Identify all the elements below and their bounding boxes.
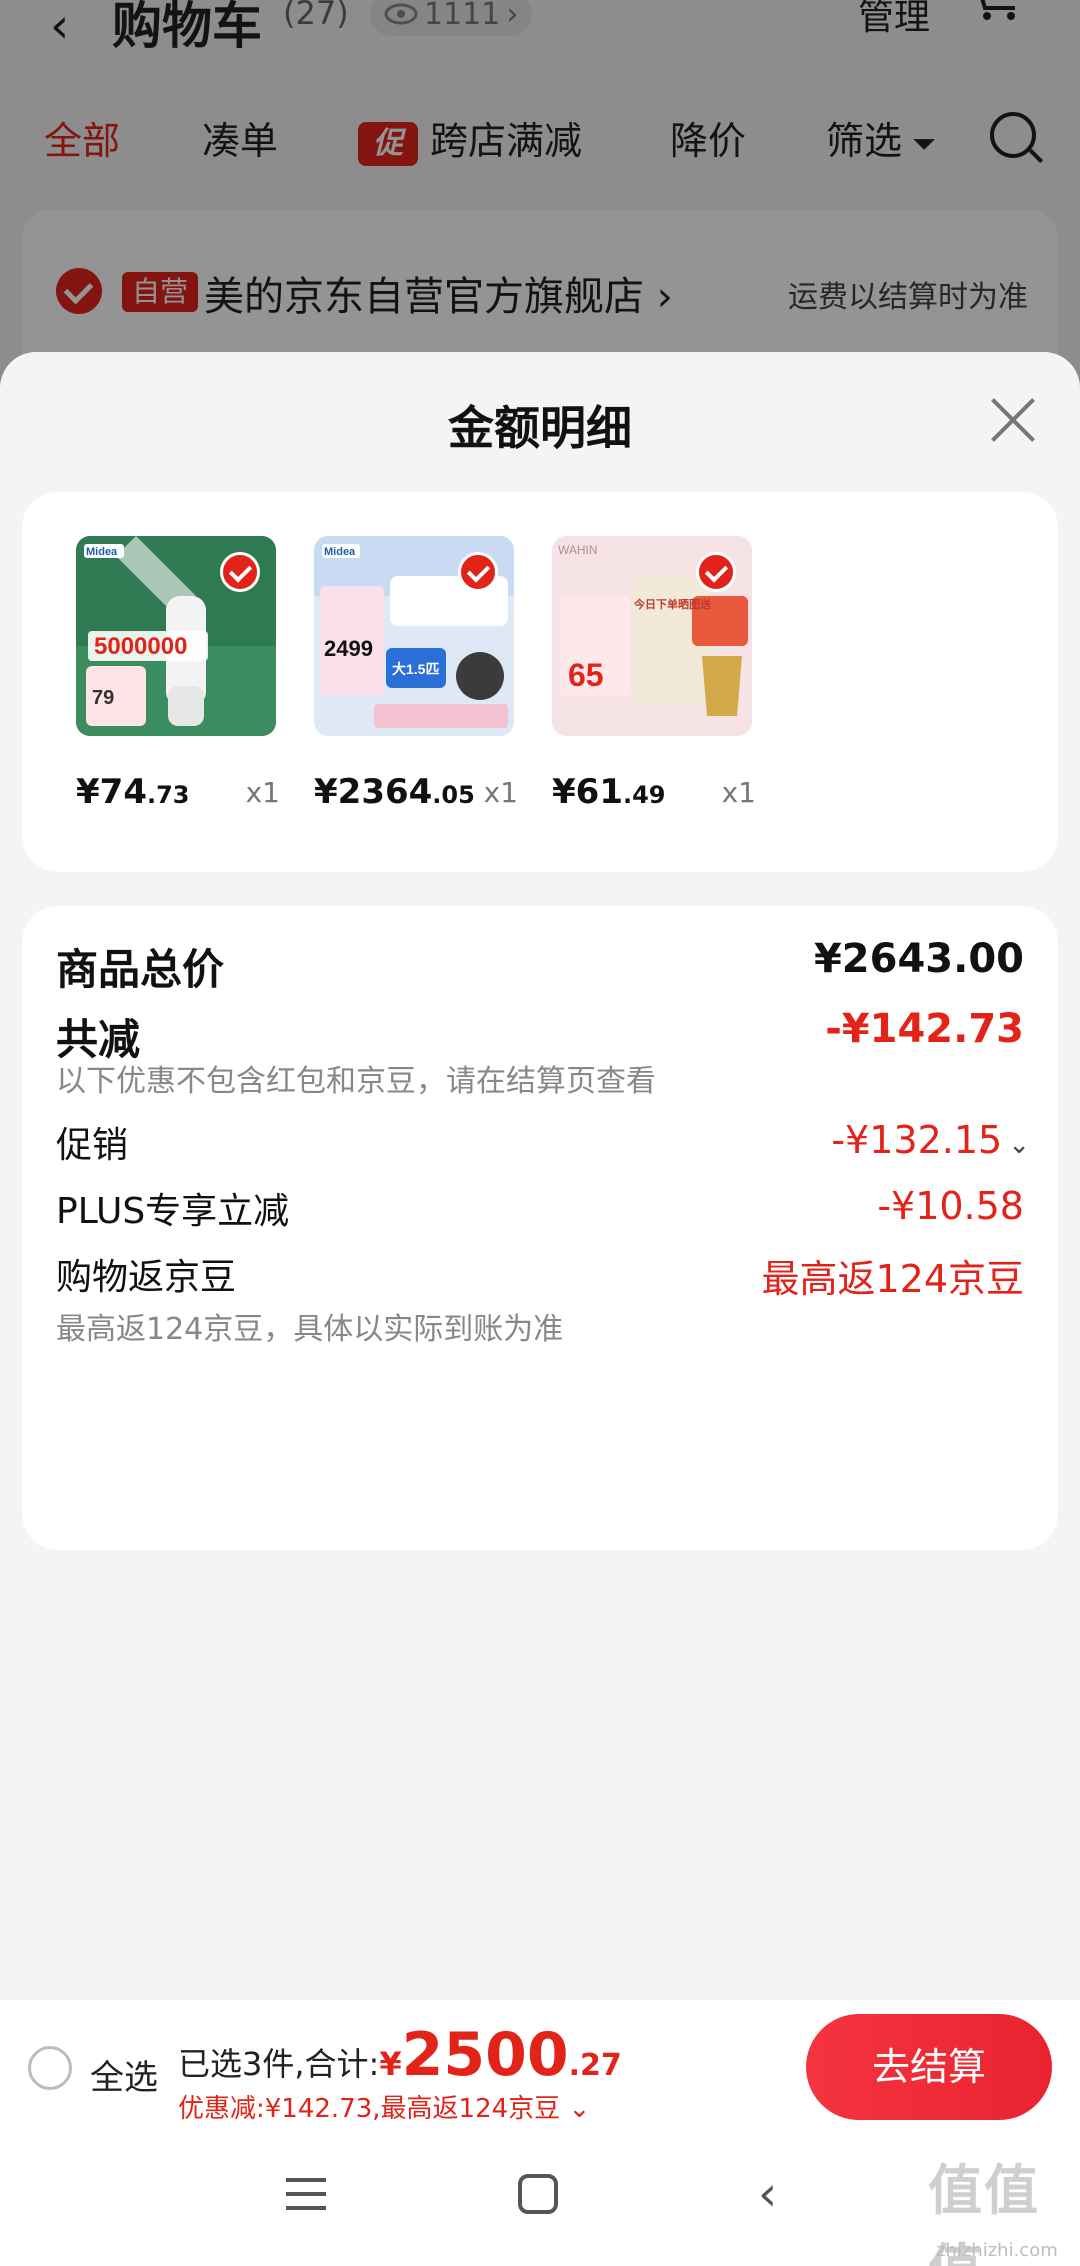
jd-beans-value: 最高返124京豆 <box>761 1257 1024 1301</box>
price-decimal: .05 <box>432 781 475 809</box>
plus-discount-value: -¥10.58 <box>877 1184 1024 1228</box>
brand-logo-text: WAHIN <box>558 543 598 557</box>
product-selected-check-icon[interactable] <box>458 552 498 592</box>
goods-total-value: ¥2643.00 <box>813 936 1024 982</box>
home-icon[interactable] <box>518 2174 558 2214</box>
product-image: WAHIN 65 今日下单晒图送 <box>552 536 752 736</box>
product-quantity: x1 <box>245 776 280 809</box>
promo-number-text: 5000000 <box>94 633 187 660</box>
currency-symbol: ¥ <box>379 2045 402 2083</box>
selected-count-text: 已选3件,合计: <box>178 2045 380 2083</box>
product-image: Midea 2499 大1.5匹 <box>314 536 514 736</box>
checkout-button[interactable]: 去结算 <box>806 2014 1052 2120</box>
product-item[interactable]: Midea 5000000 79 ¥74.73 x1 <box>76 536 280 816</box>
product-price: ¥74.73 <box>76 772 190 812</box>
product-item[interactable]: WAHIN 65 今日下单晒图送 ¥61.49 x1 <box>552 536 756 816</box>
total-integer: 2500 <box>401 2020 569 2090</box>
promo-label-text: 大1.5匹 <box>392 661 439 677</box>
select-all-radio[interactable] <box>28 2046 72 2090</box>
close-icon[interactable] <box>990 397 1036 443</box>
product-item[interactable]: Midea 2499 大1.5匹 ¥2364.05 x1 <box>314 536 518 816</box>
savings-summary-toggle[interactable]: 优惠减:¥142.73,最高返124京豆 ⌄ <box>178 2088 590 2125</box>
product-selected-check-icon[interactable] <box>696 552 736 592</box>
product-price: ¥2364.05 <box>314 772 475 812</box>
order-summary: 已选3件,合计:¥2500.27 <box>178 2020 622 2090</box>
discount-note: 以下优惠不包含红包和京豆，请在结算页查看 <box>56 1064 656 1099</box>
price-integer: ¥74 <box>76 772 147 812</box>
goods-total-label: 商品总价 <box>56 945 225 994</box>
sheet-title: 金额明细 <box>448 401 632 455</box>
promo-label-text: 今日下单晒图送 <box>633 597 712 611</box>
back-icon[interactable]: ‹ <box>758 2166 777 2222</box>
product-selected-check-icon[interactable] <box>220 552 260 592</box>
promotion-value: -¥132.15 <box>831 1118 1003 1162</box>
product-quantity: x1 <box>721 776 756 809</box>
total-discount-value: -¥142.73 <box>825 1006 1024 1052</box>
promo-price-text: 79 <box>92 687 114 709</box>
promo-price-text: 65 <box>568 657 604 693</box>
chevron-down-icon: ⌄ <box>568 2094 591 2124</box>
product-price: ¥61.49 <box>552 772 666 812</box>
jd-beans-label: 购物返京豆 <box>56 1257 237 1298</box>
system-nav-bar: ‹ 值值值 zhizhizhi.com <box>0 2136 1080 2266</box>
promo-price-text: 2499 <box>324 636 373 661</box>
price-integer: ¥2364 <box>314 772 433 812</box>
selected-products-card: Midea 5000000 79 ¥74.73 x1 Midea 2499 大1… <box>22 492 1058 872</box>
checkout-bar: 全选 已选3件,合计:¥2500.27 优惠减:¥142.73,最高返124京豆… <box>0 2000 1080 2136</box>
plus-discount-label: PLUS专享立减 <box>56 1191 290 1232</box>
product-quantity: x1 <box>483 776 518 809</box>
watermark-site: zhizhizhi.com <box>936 2240 1058 2261</box>
select-all-label[interactable]: 全选 <box>90 2050 158 2099</box>
product-image: Midea 5000000 79 <box>76 536 276 736</box>
promotion-row-toggle[interactable]: -¥132.15 ⌄ <box>831 1118 1030 1162</box>
price-decimal: .49 <box>622 781 666 809</box>
amount-detail-sheet: 金额明细 Midea 5000000 79 ¥74.73 x1 Midea 24… <box>0 352 1080 2000</box>
brand-logo-text: Midea <box>324 546 356 558</box>
price-decimal: .73 <box>146 781 190 809</box>
savings-summary: 优惠减:¥142.73,最高返124京豆 <box>178 2094 561 2124</box>
brand-logo-text: Midea <box>86 546 118 558</box>
amount-breakdown-card: 商品总价 ¥2643.00 共减 -¥142.73 以下优惠不包含红包和京豆，请… <box>22 906 1058 1550</box>
total-decimal: .27 <box>568 2048 622 2083</box>
recent-apps-icon[interactable] <box>286 2178 326 2212</box>
price-integer: ¥61 <box>552 772 623 812</box>
chevron-down-icon: ⌄ <box>1008 1130 1030 1160</box>
promotion-label: 促销 <box>56 1125 129 1166</box>
jd-beans-note: 最高返124京豆，具体以实际到账为准 <box>56 1312 564 1347</box>
